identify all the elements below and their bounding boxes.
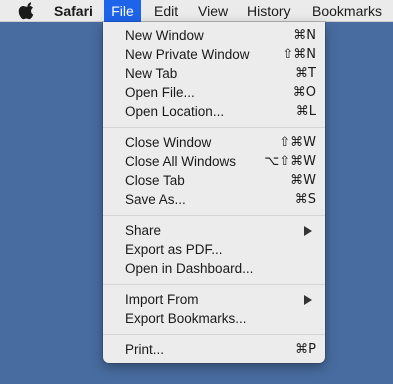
menu-separator [103, 215, 325, 216]
menu-separator [103, 127, 325, 128]
menu-bar: Safari File Edit View History Bookmarks [0, 0, 393, 22]
menu-item-open-location[interactable]: Open Location... ⌘L [103, 102, 325, 121]
menu-item-shortcut: ⌘T [295, 66, 316, 81]
menu-item-label: New Window [125, 28, 204, 43]
menu-item-label: Close All Windows [125, 154, 237, 169]
menu-item-close-tab[interactable]: Close Tab ⌘W [103, 171, 325, 190]
menu-item-shortcut: ⌥⇧⌘W [264, 154, 316, 169]
menu-item-new-private-window[interactable]: New Private Window ⇧⌘N [103, 45, 325, 64]
menu-item-label: Open Location... [125, 104, 225, 119]
menu-item-print[interactable]: Print... ⌘P [103, 340, 325, 359]
menu-item-shortcut: ⌘O [292, 85, 316, 100]
menu-item-label: New Tab [125, 66, 178, 81]
menu-item-save-as[interactable]: Save As... ⌘S [103, 190, 325, 209]
menu-item-export-as-pdf[interactable]: Export as PDF... [103, 240, 325, 259]
menubar-item-edit[interactable]: Edit [154, 0, 178, 22]
menu-item-share[interactable]: Share [103, 221, 325, 240]
menubar-app-name[interactable]: Safari [54, 0, 93, 22]
menu-item-label: Close Tab [125, 173, 185, 188]
menubar-item-file[interactable]: File [104, 0, 141, 22]
menu-item-shortcut: ⌘W [290, 173, 316, 188]
menu-item-import-from[interactable]: Import From [103, 290, 325, 309]
submenu-arrow-icon [304, 295, 312, 305]
menu-item-label: Export as PDF... [125, 242, 223, 257]
menu-item-shortcut: ⇧⌘N [282, 47, 316, 62]
menu-item-close-window[interactable]: Close Window ⇧⌘W [103, 133, 325, 152]
menu-item-shortcut: ⌘P [295, 342, 316, 357]
menu-item-label: Print... [125, 342, 165, 357]
menu-item-label: Save As... [125, 192, 186, 207]
menubar-item-history[interactable]: History [247, 0, 291, 22]
menu-item-label: Open File... [125, 85, 195, 100]
menu-item-label: Open in Dashboard... [125, 261, 254, 276]
menubar-item-view[interactable]: View [198, 0, 228, 22]
menubar-item-bookmarks[interactable]: Bookmarks [312, 0, 382, 22]
menu-item-open-file[interactable]: Open File... ⌘O [103, 83, 325, 102]
menu-item-shortcut: ⌘S [294, 192, 316, 207]
menu-item-shortcut: ⇧⌘W [279, 135, 316, 150]
menu-item-label: Close Window [125, 135, 212, 150]
menu-item-open-in-dashboard[interactable]: Open in Dashboard... [103, 259, 325, 278]
menu-item-label: Import From [125, 292, 199, 307]
file-menu-dropdown: New Window ⌘N New Private Window ⇧⌘N New… [103, 22, 325, 363]
menu-item-label: Export Bookmarks... [125, 311, 247, 326]
submenu-arrow-icon [304, 226, 312, 236]
menu-item-new-window[interactable]: New Window ⌘N [103, 26, 325, 45]
menu-item-new-tab[interactable]: New Tab ⌘T [103, 64, 325, 83]
menu-separator [103, 334, 325, 335]
menu-item-label: Share [125, 223, 162, 238]
menu-item-shortcut: ⌘N [293, 28, 316, 43]
apple-logo-icon[interactable] [17, 2, 37, 20]
menu-item-label: New Private Window [125, 47, 250, 62]
menu-item-shortcut: ⌘L [295, 104, 316, 119]
menu-item-export-bookmarks[interactable]: Export Bookmarks... [103, 309, 325, 328]
menu-item-close-all-windows[interactable]: Close All Windows ⌥⇧⌘W [103, 152, 325, 171]
menu-separator [103, 284, 325, 285]
